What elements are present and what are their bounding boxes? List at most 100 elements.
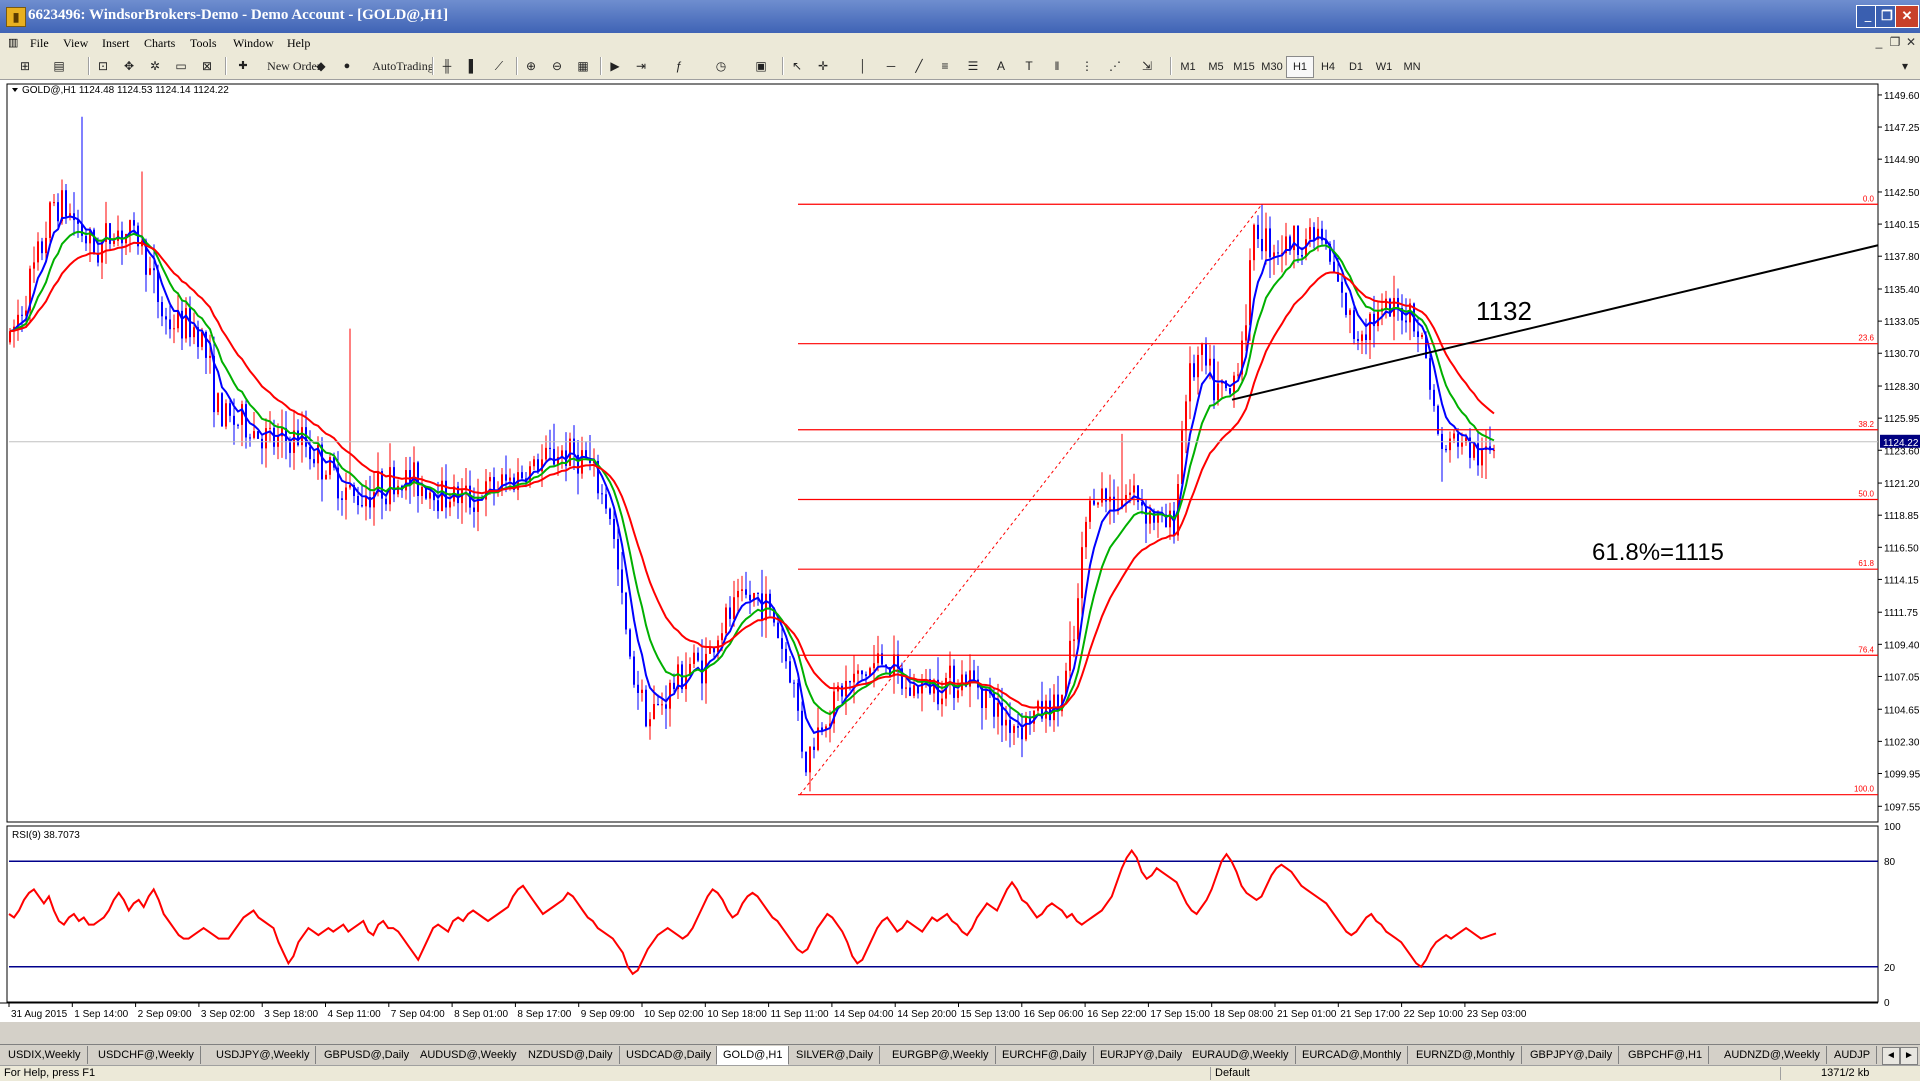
chart-tab[interactable]: EURAUD@,Weekly <box>1186 1046 1296 1064</box>
strategy-tester-icon[interactable]: ⊠ <box>196 56 218 76</box>
timeframe-m1[interactable]: M1 <box>1174 56 1202 78</box>
candlesticks-icon[interactable]: ▌ <box>462 56 484 76</box>
chart-tab[interactable]: EURJPY@,Daily <box>1094 1046 1190 1064</box>
chart-tab[interactable]: AUDUSD@,Weekly <box>414 1046 524 1064</box>
zoom-in-icon[interactable]: ⊕ <box>520 56 542 76</box>
fibo-fan-icon[interactable]: ⋮ <box>1076 56 1098 76</box>
new-chart-icon[interactable]: ⊞ <box>14 56 36 76</box>
candle-body <box>1405 320 1407 323</box>
data-window-icon[interactable]: ✥ <box>118 56 140 76</box>
templates-icon[interactable]: ▣ <box>750 56 772 76</box>
market-watch-icon[interactable]: ⊡ <box>92 56 114 76</box>
navigator-icon[interactable]: ✲ <box>144 56 166 76</box>
candle-body <box>1257 224 1259 239</box>
chart-tab[interactable]: GOLD@,H1 <box>716 1046 790 1065</box>
menu-window[interactable]: Window <box>233 36 274 51</box>
candle-body <box>805 751 807 773</box>
candle-body <box>1349 310 1351 315</box>
chart-tab[interactable]: AUDJP <box>1828 1046 1878 1064</box>
toolbar-separator <box>432 57 434 75</box>
chart-menu-icon[interactable]: ▥ <box>8 36 18 49</box>
menu-charts[interactable]: Charts <box>144 36 175 51</box>
chart-window[interactable]: 1149.60 1147.25 1144.90 1142.50 1140.15 1137.… <box>0 80 1920 1022</box>
status-help-text: For Help, press F1 <box>4 1067 96 1079</box>
chart-tab[interactable]: GBPCHF@,H1 <box>1622 1046 1710 1064</box>
crosshair-icon[interactable]: ✛ <box>812 56 834 76</box>
text-label-icon[interactable]: T <box>1018 56 1040 76</box>
symbol-info: GOLD@,H1 1124.48 1124.53 1124.14 1124.22 <box>22 85 229 96</box>
candle-body <box>253 431 255 438</box>
tab-scroll-right-icon[interactable]: ► <box>1900 1047 1918 1065</box>
candle-body <box>45 237 47 254</box>
candle-body <box>793 682 795 684</box>
timeframe-m15[interactable]: M15 <box>1230 56 1258 78</box>
chart-tab[interactable]: EURCAD@,Monthly <box>1296 1046 1409 1064</box>
chart-tab[interactable]: GBPUSD@,Daily <box>318 1046 417 1064</box>
chart-tab[interactable]: USDIX,Weekly <box>2 1046 88 1064</box>
rsi-panel-border <box>6 825 1879 1003</box>
chart-tab[interactable]: USDCAD@,Daily <box>620 1046 719 1064</box>
text-icon[interactable]: A <box>990 56 1012 76</box>
chart-shift-icon[interactable]: ⇥ <box>630 56 652 76</box>
chart-tab[interactable]: USDJPY@,Weekly <box>210 1046 317 1064</box>
menu-view[interactable]: View <box>63 36 88 51</box>
chart-tab[interactable]: NZDUSD@,Daily <box>522 1046 620 1064</box>
candle-body <box>537 459 539 472</box>
tab-scroll-left-icon[interactable]: ◄ <box>1882 1047 1900 1065</box>
candle-body <box>1205 343 1207 366</box>
cursor-icon[interactable]: ↖ <box>786 56 808 76</box>
timeframe-d1[interactable]: D1 <box>1342 56 1370 78</box>
toolbar-separator <box>225 57 227 75</box>
menu-insert[interactable]: Insert <box>102 36 129 51</box>
chart-tab[interactable]: AUDNZD@,Weekly <box>1718 1046 1827 1064</box>
price-axis-label: 1128.30 <box>1884 382 1920 393</box>
chart-tab[interactable]: GBPJPY@,Daily <box>1524 1046 1620 1064</box>
menu-file[interactable]: File <box>30 36 49 51</box>
chart-tab[interactable]: USDCHF@,Weekly <box>92 1046 201 1064</box>
mdi-close-button[interactable]: ✕ <box>1904 35 1918 49</box>
price-axis-label: 1099.95 <box>1884 769 1920 780</box>
timeframe-w1[interactable]: W1 <box>1370 56 1398 78</box>
horizontal-line-icon[interactable]: ─ <box>880 56 902 76</box>
equidistant-channel-icon[interactable]: ≡ <box>934 56 956 76</box>
close-button[interactable]: ✕ <box>1895 5 1919 28</box>
menu-tools[interactable]: Tools <box>190 36 217 51</box>
zoom-out-icon[interactable]: ⊖ <box>546 56 568 76</box>
candle-body <box>1017 726 1019 728</box>
timeframe-mn[interactable]: MN <box>1398 56 1426 78</box>
autoscroll-icon[interactable]: ▶ <box>604 56 626 76</box>
periods-icon[interactable]: ◷ <box>710 56 732 76</box>
candle-body <box>661 704 663 706</box>
chart-tab[interactable]: EURNZD@,Monthly <box>1410 1046 1522 1064</box>
menu-help[interactable]: Help <box>287 36 310 51</box>
metaeditor-icon[interactable]: ◆ <box>310 56 332 76</box>
chart-canvas[interactable]: 1149.60 1147.25 1144.90 1142.50 1140.15 1137.… <box>0 80 1920 1022</box>
terminal-icon[interactable]: ▭ <box>170 56 192 76</box>
candle-body <box>153 268 155 271</box>
mdi-minimize-button[interactable]: _ <box>1872 35 1886 49</box>
chart-tab[interactable]: EURGBP@,Weekly <box>886 1046 996 1064</box>
tile-windows-icon[interactable]: ▦ <box>572 56 594 76</box>
fibo-arcs-icon[interactable]: ⋰ <box>1104 56 1126 76</box>
time-axis-label: 1 Sep 14:00 <box>74 1009 128 1020</box>
profiles-icon[interactable]: ▤ <box>48 56 70 76</box>
fibonacci-icon[interactable]: ☰ <box>962 56 984 76</box>
line-chart-icon[interactable]: ⟋ <box>488 56 510 76</box>
vertical-line-icon[interactable]: │ <box>852 56 874 76</box>
indicators-icon[interactable]: ƒ <box>668 56 690 76</box>
timeframe-m30[interactable]: M30 <box>1258 56 1286 78</box>
timeframe-h1[interactable]: H1 <box>1286 56 1314 78</box>
chart-tab[interactable]: EURCHF@,Daily <box>996 1046 1094 1064</box>
toolbar-menu-icon[interactable]: ▾ <box>1896 56 1914 76</box>
trendline-icon[interactable]: ╱ <box>908 56 930 76</box>
timeframe-h4[interactable]: H4 <box>1314 56 1342 78</box>
candle-body <box>269 427 271 429</box>
chart-tab[interactable]: SILVER@,Daily <box>790 1046 880 1064</box>
gann-icon[interactable]: ‖ <box>1046 56 1068 76</box>
time-axis-label: 8 Sep 17:00 <box>517 1009 571 1020</box>
arrows-icon[interactable]: ⇲ <box>1136 56 1158 76</box>
price-axis-label: 1102.30 <box>1884 737 1920 748</box>
bar-chart-icon[interactable]: ╫ <box>436 56 458 76</box>
mdi-restore-button[interactable]: ❐ <box>1888 35 1902 49</box>
timeframe-m5[interactable]: M5 <box>1202 56 1230 78</box>
